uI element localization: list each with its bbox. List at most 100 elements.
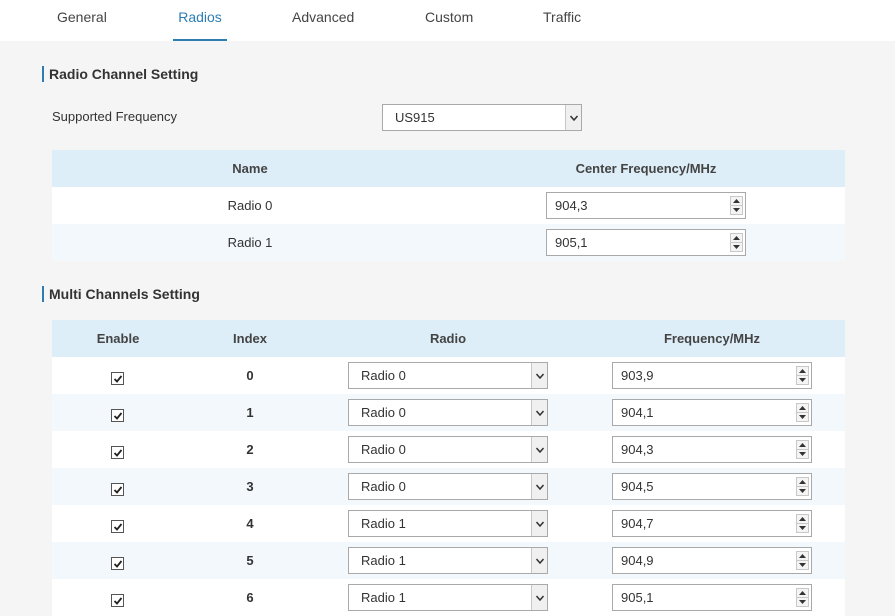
radio-select-value: Radio 1 (361, 516, 406, 531)
table-row: 0 Radio 0 903,9 (52, 357, 845, 394)
frequency-input[interactable]: 904,5 (612, 473, 812, 500)
spin-down-icon[interactable] (731, 242, 742, 251)
table-row: Radio 0 904,3 (52, 187, 845, 224)
table-row: 3 Radio 0 904,5 (52, 468, 845, 505)
frequency-input[interactable]: 904,9 (612, 547, 812, 574)
channel-index-cell: 1 (246, 405, 254, 420)
center-frequency-input[interactable]: 904,3 (546, 192, 746, 219)
channel-index-cell: 2 (246, 442, 254, 457)
spinner-buttons[interactable] (796, 477, 809, 496)
spin-up-icon[interactable] (731, 197, 742, 205)
tab-bar: General Radios Advanced Custom Traffic (0, 0, 895, 41)
spin-up-icon[interactable] (797, 404, 808, 412)
spin-down-icon[interactable] (797, 412, 808, 421)
enable-checkbox[interactable] (111, 594, 124, 607)
radio-select[interactable]: Radio 0 (348, 473, 548, 500)
checkmark-icon (113, 374, 122, 383)
tab-general[interactable]: General (57, 0, 107, 41)
checkmark-icon (113, 522, 122, 531)
chevron-down-icon (531, 437, 547, 462)
chevron-down-icon (565, 105, 581, 130)
spin-up-icon[interactable] (797, 478, 808, 486)
radio-channel-table-header: Name Center Frequency/MHz (52, 150, 845, 187)
spin-up-icon[interactable] (797, 367, 808, 375)
spinner-buttons[interactable] (796, 588, 809, 607)
tab-advanced[interactable]: Advanced (292, 0, 354, 41)
column-header-index: Index (233, 331, 267, 346)
multi-channel-table: Enable Index Radio Frequency/MHz 0 Radio … (52, 320, 845, 616)
column-header-radio: Radio (429, 331, 467, 346)
spin-down-icon[interactable] (797, 486, 808, 495)
spinner-buttons[interactable] (796, 440, 809, 459)
chevron-down-icon (531, 585, 547, 610)
table-row: 2 Radio 0 904,3 (52, 431, 845, 468)
multi-channel-section-title: Multi Channels Setting (42, 286, 200, 302)
enable-checkbox[interactable] (111, 483, 124, 496)
spin-up-icon[interactable] (797, 515, 808, 523)
spin-down-icon[interactable] (797, 560, 808, 569)
spinner-buttons[interactable] (796, 551, 809, 570)
tab-custom[interactable]: Custom (425, 0, 473, 41)
spin-up-icon[interactable] (797, 552, 808, 560)
spin-down-icon[interactable] (731, 205, 742, 214)
table-row: Radio 1 905,1 (52, 224, 845, 261)
radio-select[interactable]: Radio 0 (348, 399, 548, 426)
chevron-down-icon (531, 474, 547, 499)
spinner-buttons[interactable] (730, 233, 743, 252)
center-frequency-value: 905,1 (555, 235, 588, 250)
table-row: 4 Radio 1 904,7 (52, 505, 845, 542)
spin-down-icon[interactable] (797, 449, 808, 458)
enable-checkbox[interactable] (111, 520, 124, 533)
chevron-down-icon (531, 511, 547, 536)
column-header-frequency: Frequency/MHz (663, 331, 761, 346)
tab-radios[interactable]: Radios (173, 0, 227, 41)
radio-select[interactable]: Radio 1 (348, 510, 548, 537)
checkmark-icon (113, 596, 122, 605)
frequency-input[interactable]: 904,3 (612, 436, 812, 463)
enable-checkbox[interactable] (111, 557, 124, 570)
frequency-value: 904,7 (621, 516, 654, 531)
channel-index-cell: 6 (246, 590, 254, 605)
supported-frequency-label: Supported Frequency (52, 109, 178, 124)
spin-down-icon[interactable] (797, 375, 808, 384)
checkmark-icon (113, 411, 122, 420)
spinner-buttons[interactable] (796, 514, 809, 533)
radio-select[interactable]: Radio 0 (348, 362, 548, 389)
radio-select-value: Radio 0 (361, 405, 406, 420)
spin-up-icon[interactable] (797, 589, 808, 597)
enable-checkbox[interactable] (111, 446, 124, 459)
enable-checkbox[interactable] (111, 372, 124, 385)
checkmark-icon (113, 485, 122, 494)
frequency-value: 903,9 (621, 368, 654, 383)
frequency-input[interactable]: 905,1 (612, 584, 812, 611)
spinner-buttons[interactable] (796, 366, 809, 385)
radio-select[interactable]: Radio 1 (348, 584, 548, 611)
radio-channel-table: Name Center Frequency/MHz Radio 0 904,3 … (52, 150, 845, 261)
radio-select-value: Radio 1 (361, 553, 406, 568)
column-header-enable: Enable (96, 331, 140, 346)
spin-down-icon[interactable] (797, 523, 808, 532)
radio-select-value: Radio 0 (361, 479, 406, 494)
radio-channel-section-title: Radio Channel Setting (42, 66, 198, 82)
supported-frequency-select[interactable]: US915 (382, 104, 582, 131)
column-header-name: Name (232, 161, 268, 176)
spinner-buttons[interactable] (730, 196, 743, 215)
enable-checkbox[interactable] (111, 409, 124, 422)
spin-up-icon[interactable] (797, 441, 808, 449)
frequency-input[interactable]: 904,1 (612, 399, 812, 426)
column-header-center-frequency: Center Frequency/MHz (575, 161, 717, 176)
table-row: 6 Radio 1 905,1 (52, 579, 845, 616)
frequency-input[interactable]: 904,7 (612, 510, 812, 537)
frequency-input[interactable]: 903,9 (612, 362, 812, 389)
spin-down-icon[interactable] (797, 597, 808, 606)
center-frequency-input[interactable]: 905,1 (546, 229, 746, 256)
center-frequency-value: 904,3 (555, 198, 588, 213)
spinner-buttons[interactable] (796, 403, 809, 422)
frequency-value: 904,5 (621, 479, 654, 494)
spin-up-icon[interactable] (731, 234, 742, 242)
tab-traffic[interactable]: Traffic (543, 0, 581, 41)
radio-select[interactable]: Radio 1 (348, 547, 548, 574)
radio-select[interactable]: Radio 0 (348, 436, 548, 463)
table-row: 5 Radio 1 904,9 (52, 542, 845, 579)
frequency-value: 905,1 (621, 590, 654, 605)
